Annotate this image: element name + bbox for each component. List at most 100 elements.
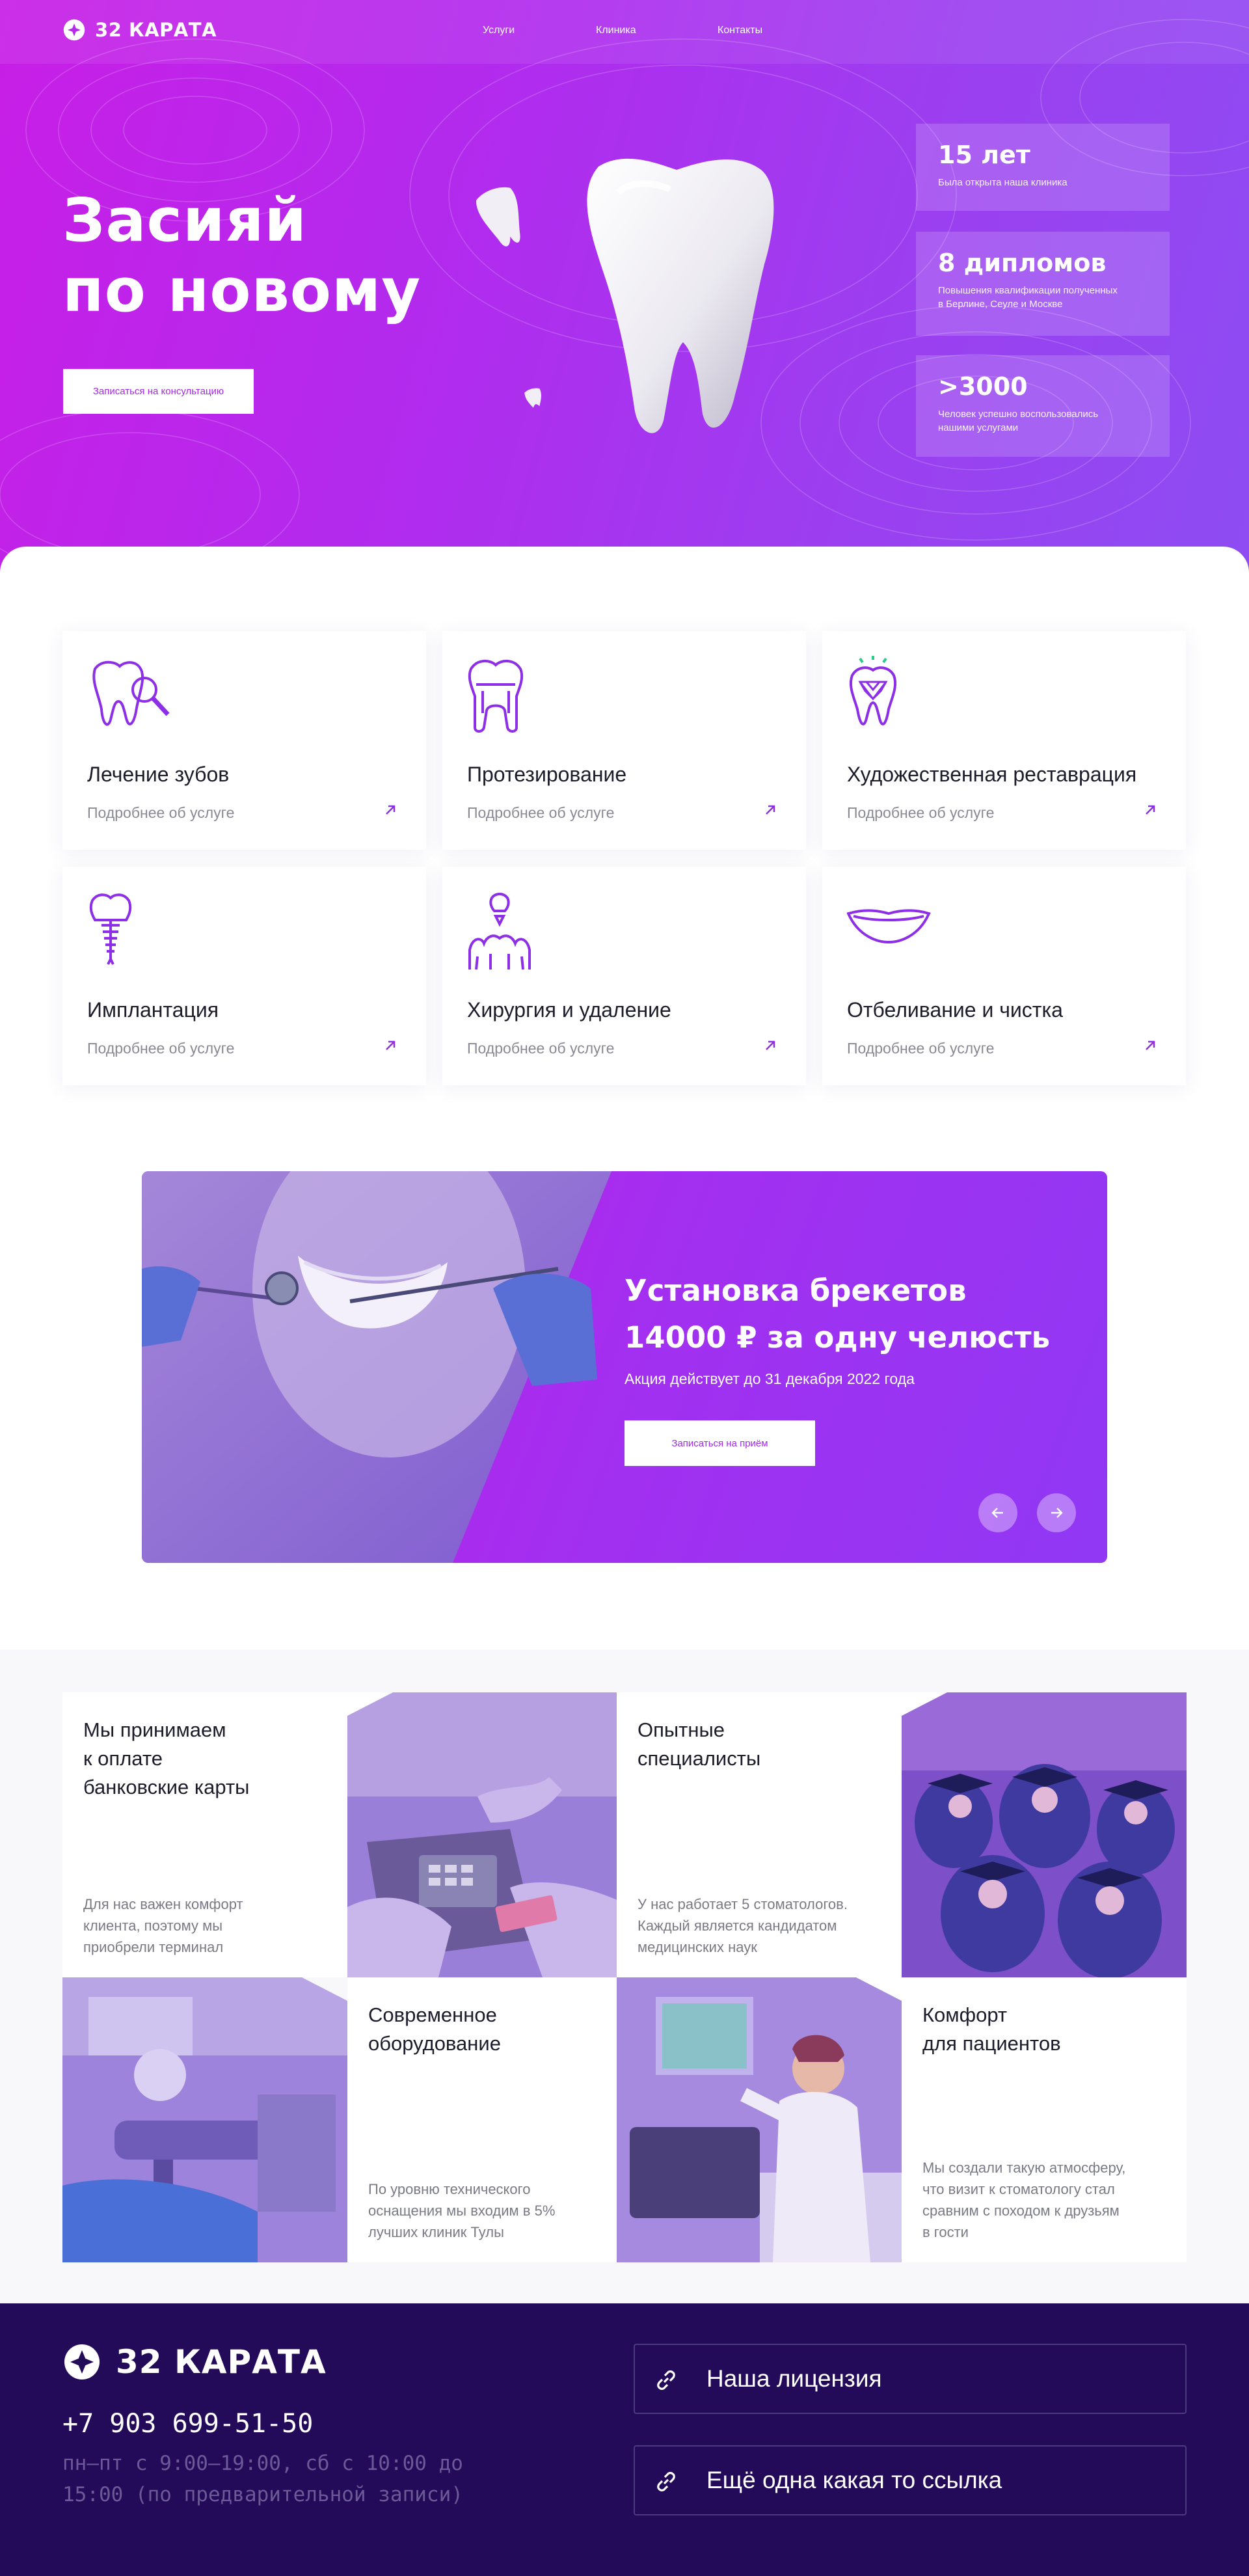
service-more-link[interactable]: Подробнее об услуге (467, 1040, 614, 1057)
nav-link-services[interactable]: Услуги (483, 25, 515, 36)
nav-link-clinic[interactable]: Клиника (596, 25, 636, 36)
consultation-button[interactable]: Записаться на консультацию (63, 369, 254, 414)
book-appointment-button[interactable]: Записаться на приём (624, 1420, 815, 1466)
stat-text-line-1: Человек успешно воспользовались (938, 409, 1099, 420)
arrow-up-right-icon (1146, 1040, 1155, 1050)
tooth-diamond-icon (849, 656, 897, 725)
feature-text-line-3: сравним с походом к друзьям (922, 2203, 1120, 2219)
service-more-link[interactable]: Подробнее об услуге (467, 804, 614, 822)
feature-title-line-2: оборудование (368, 2032, 501, 2055)
feature-title-line-1: Опытные (638, 1718, 725, 1741)
features-section: Мы принимаем к оплате банковские карты Д… (0, 1649, 1249, 2303)
promo-note: Акция действует до 31 декабря 2022 года (624, 1370, 915, 1387)
payment-terminal-photo (347, 1692, 632, 1977)
dentist-patient-photo (142, 1171, 611, 1563)
service-more-link[interactable]: Подробнее об услуге (87, 804, 234, 822)
feature-title-line-1: Комфорт (922, 2003, 1008, 2026)
footer-phone[interactable]: +7 903 699-51-50 (62, 2409, 313, 2439)
service-card-treatment[interactable]: Лечение зубов Подробнее об услуге (62, 631, 426, 850)
feature-text-line-1: У нас работает 5 стоматологов. (638, 1896, 848, 1912)
service-title: Отбеливание и чистка (847, 998, 1063, 1022)
hero-title: Засияй по новому (62, 185, 421, 326)
feature-text-line-2: оснащения мы входим в 5% (368, 2203, 556, 2219)
feature-text-line-3: медицинских наук (638, 1939, 757, 1955)
feature-text-line-1: Мы создали такую атмосферу, (922, 2160, 1126, 2176)
arrow-left-icon (991, 1508, 1003, 1518)
feature-text-line-3: приобрели терминал (83, 1939, 224, 1955)
arrow-up-right-icon (766, 805, 775, 815)
stat-text: Была открыта наша клиника (938, 177, 1068, 188)
another-link-label: Ещё одна какая то ссылка (706, 2467, 1002, 2493)
service-more-link[interactable]: Подробнее об услуге (87, 1040, 234, 1057)
corner-notch (856, 1977, 902, 2001)
footer-logo-text: 32 КАРАТА (116, 2343, 327, 2381)
tooth-crown-icon (468, 660, 524, 733)
hero-title-line-2: по новому (62, 256, 422, 325)
stat-text-line-2: нашими услугами (938, 422, 1019, 433)
another-link[interactable]: Ещё одна какая то ссылка (634, 2445, 1187, 2515)
service-title: Имплантация (87, 998, 219, 1022)
stat-card-years: 15 лет Была открыта наша клиника (916, 124, 1170, 211)
feature-text: Мы создали такую атмосферу, что визит к … (922, 2157, 1170, 2243)
footer: 32 КАРАТА +7 903 699-51-50 пн–пт с 9:00–… (0, 2303, 1249, 2576)
logo-star-icon (64, 2344, 100, 2379)
service-more-link[interactable]: Подробнее об услуге (847, 1040, 994, 1057)
service-card-restoration[interactable]: Художественная реставрация Подробнее об … (822, 631, 1186, 850)
feature-title-line-2: для пациентов (922, 2032, 1061, 2055)
feature-card-specialists: Опытные специалисты У нас работает 5 сто… (617, 1692, 902, 1977)
service-card-whitening[interactable]: Отбеливание и чистка Подробнее об услуге (822, 867, 1186, 1085)
stat-card-diplomas: 8 дипломов Повышения квалификации получе… (916, 232, 1170, 336)
feature-text-line-3: лучших клиник Тулы (368, 2224, 504, 2240)
footer-hours: пн–пт с 9:00–19:00, сб с 10:00 до 15:00 … (62, 2448, 466, 2510)
service-card-surgery[interactable]: Хирургия и удаление Подробнее об услуге (442, 867, 806, 1085)
link-icon (657, 2472, 675, 2491)
promo-title: Установка брекетов 14000 ₽ за одну челюс… (624, 1268, 1050, 1361)
dentist-at-screen-photo (617, 1977, 902, 2262)
service-more-link[interactable]: Подробнее об услуге (847, 804, 994, 822)
service-card-implantation[interactable]: Имплантация Подробнее об услуге (62, 867, 426, 1085)
license-link-label: Наша лицензия (706, 2365, 882, 2392)
feature-card-equipment: Современное оборудование По уровню техни… (347, 1977, 632, 2262)
feature-text: Для нас важен комфорт клиента, поэтому м… (83, 1893, 330, 1958)
service-card-prosthetics[interactable]: Протезирование Подробнее об услуге (442, 631, 806, 850)
logo-text: 32 КАРАТА (95, 19, 217, 41)
arrow-up-right-icon (1146, 805, 1155, 815)
arrow-right-icon (1051, 1508, 1063, 1518)
arrow-up-right-icon (386, 805, 396, 815)
service-title: Художественная реставрация (847, 763, 1137, 786)
feature-title-line-2: к оплате (83, 1747, 163, 1770)
slider-prev-button[interactable] (978, 1493, 1017, 1532)
tooth-extraction-icon (468, 893, 531, 970)
promo-title-line-1: Установка брекетов (624, 1273, 967, 1308)
feature-card-comfort: Комфорт для пациентов Мы создали такую а… (902, 1977, 1187, 2262)
feature-card-payments: Мы принимаем к оплате банковские карты Д… (62, 1692, 347, 1977)
corner-notch (302, 1977, 347, 2001)
nav-link-contacts[interactable]: Контакты (718, 25, 762, 36)
top-navbar: 32 КАРАТА Услуги Клиника Контакты (0, 0, 1249, 64)
dental-office-photo (62, 1977, 347, 2262)
feature-text-line-1: По уровню технического (368, 2181, 531, 2197)
promo-banner: Установка брекетов 14000 ₽ за одну челюс… (142, 1171, 1107, 1563)
service-title: Протезирование (467, 763, 627, 786)
tooth-magnifier-icon (92, 660, 170, 726)
slider-next-button[interactable] (1037, 1493, 1076, 1532)
feature-title-line-1: Современное (368, 2003, 497, 2026)
feature-text-line-2: клиента, поэтому мы (83, 1918, 223, 1934)
promo-title-line-2: 14000 ₽ за одну челюсть (624, 1320, 1051, 1355)
stat-card-patients: >3000 Человек успешно воспользовались на… (916, 355, 1170, 457)
feature-title-line-2: специалисты (638, 1747, 761, 1770)
feature-title-line-1: Мы принимаем (83, 1718, 226, 1741)
hero-section: 32 КАРАТА Услуги Клиника Контакты Засияй… (0, 0, 1249, 573)
license-link[interactable]: Наша лицензия (634, 2344, 1187, 2414)
footer-logo[interactable]: 32 КАРАТА (62, 2342, 327, 2381)
arrow-up-right-icon (766, 1040, 775, 1050)
graduation-photo (902, 1692, 1187, 1977)
feature-title-line-3: банковские карты (83, 1776, 250, 1798)
stat-value: 8 дипломов (938, 249, 1107, 277)
stat-text-line-2: в Берлине, Сеуле и Москве (938, 299, 1063, 310)
tooth-3d-image (587, 158, 774, 433)
service-title: Хирургия и удаление (467, 998, 671, 1022)
feature-text-line-2: Каждый является кандидатом (638, 1918, 837, 1934)
stat-value: >3000 (938, 372, 1028, 401)
header-logo[interactable]: 32 КАРАТА (62, 18, 217, 42)
